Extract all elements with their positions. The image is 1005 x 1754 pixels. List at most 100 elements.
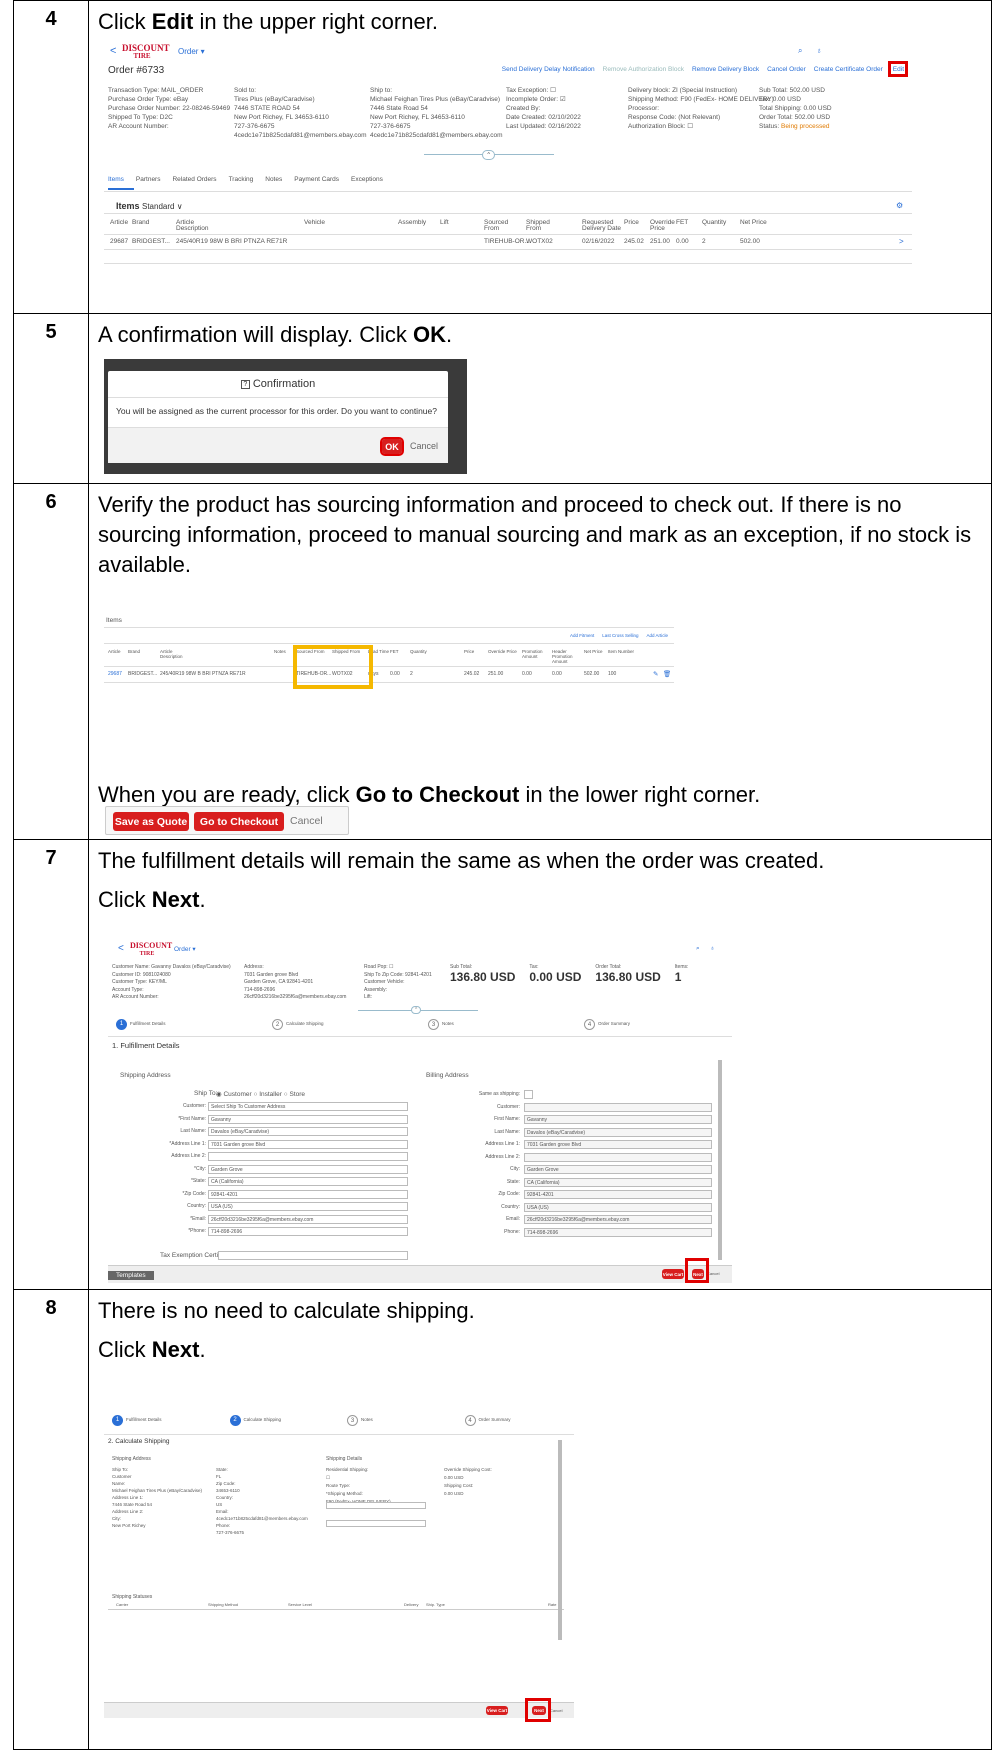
wizard-step-number[interactable]: 3 [347, 1415, 358, 1426]
row-navigate-icon[interactable]: > [899, 237, 904, 246]
billing-field-input[interactable]: Gavanny [524, 1115, 712, 1124]
wizard-step-number[interactable]: 3 [428, 1019, 439, 1030]
table-cell: WOTX02 [526, 238, 553, 245]
cancel-button[interactable]: Cancel [410, 441, 438, 451]
meta-line: Customer Type: KEY/ML [112, 979, 167, 985]
settings-icon[interactable]: ⚙ [896, 201, 903, 210]
ship-to-line: Ship to: [370, 87, 393, 94]
shipping-field-input[interactable]: Select Ship To Customer Address [208, 1102, 408, 1111]
wizard-step-label[interactable]: Calculate Shipping [244, 1417, 282, 1422]
billing-field-input[interactable] [524, 1102, 712, 1112]
route-type-select[interactable] [326, 1502, 426, 1509]
shipping-field-input[interactable] [208, 1152, 408, 1161]
wizard-step-label[interactable]: Fulfillment Details [130, 1021, 166, 1026]
items-view-select[interactable]: Standard ∨ [142, 202, 183, 211]
save-as-quote-button[interactable]: Save as Quote [113, 812, 189, 831]
edit-row-icon[interactable]: ✎ [653, 670, 658, 678]
column-header: Override Price [488, 649, 517, 654]
go-to-checkout-button[interactable]: Go to Checkout [194, 812, 284, 831]
wizard-step-label[interactable]: Notes [442, 1021, 454, 1026]
ship-to-options[interactable]: ◉ Customer ○ Installer ○ Store [216, 1090, 305, 1098]
table-cell[interactable]: 2 [410, 671, 413, 677]
order-status: Status: Being processed [759, 123, 830, 130]
tab-payment-cards[interactable]: Payment Cards [294, 176, 339, 183]
shipping-field-input[interactable]: 92841-4201 [208, 1189, 408, 1199]
billing-field-input[interactable]: USA (US) [524, 1202, 712, 1212]
view-cart-button[interactable]: View Cart [486, 1706, 508, 1715]
billing-field-input[interactable]: CA (California) [524, 1177, 712, 1187]
billing-field-input[interactable]: 7031 Garden grove Blvd [524, 1140, 712, 1149]
total-block: Order Total: 136.80 USD [595, 964, 660, 984]
search-icon[interactable]: ⌕ [798, 46, 802, 56]
wizard-step-number[interactable]: 2 [272, 1019, 283, 1030]
address-line: Garden Grove, CA 92841-4201 [244, 979, 314, 985]
wizard-step-label[interactable]: Calculate Shipping [286, 1021, 324, 1026]
create-certificate-link[interactable]: Create Certificate Order [814, 66, 883, 73]
back-chevron-icon[interactable]: < [110, 45, 116, 57]
billing-field-input[interactable] [524, 1152, 712, 1162]
collapse-header-icon[interactable]: ⌃ [411, 1006, 422, 1014]
delete-row-icon[interactable]: 🗑 [663, 670, 671, 678]
cart-link-add-article[interactable]: Add Article [646, 633, 668, 638]
tab-exceptions[interactable]: Exceptions [351, 176, 383, 183]
cancel-order-link[interactable]: Cancel Order [767, 66, 806, 73]
shipping-address-title: Shipping Address [120, 1072, 171, 1079]
shipping-field-input[interactable]: Gavanny [208, 1114, 408, 1124]
shipping-field-input[interactable]: CA (California) [208, 1177, 408, 1186]
cart-link-add-fitment[interactable]: Add Fitment [570, 633, 594, 638]
tab-partners[interactable]: Partners [136, 176, 161, 183]
shipping-field-label: *Phone: [188, 1228, 206, 1234]
wizard-step-number[interactable]: 1 [112, 1415, 123, 1426]
wizard-step-number[interactable]: 4 [464, 1415, 476, 1426]
shipping-method-select[interactable] [326, 1520, 426, 1527]
step-instruction-next: Click Next. [98, 887, 206, 912]
collapse-header-icon[interactable]: ⌃ [482, 150, 496, 160]
wizard-step-number[interactable]: 1 [116, 1019, 127, 1030]
user-icon[interactable]: ♁ [710, 945, 715, 952]
billing-field-input[interactable]: 92841-4201 [524, 1190, 712, 1199]
wizard-step-number[interactable]: 2 [229, 1415, 241, 1426]
step-row-6: 6 Verify the product has sourcing inform… [13, 484, 992, 840]
user-icon[interactable]: ♁ [816, 46, 822, 55]
billing-field-input[interactable]: 714-898-2696 [524, 1227, 712, 1237]
shipping-field-input[interactable]: 714-898-2696 [208, 1227, 408, 1236]
remove-delivery-block-link[interactable]: Remove Delivery Block [692, 66, 759, 73]
order-menu[interactable]: Order ▾ [174, 945, 196, 953]
back-chevron-icon[interactable]: < [118, 943, 124, 954]
remove-auth-block-link[interactable]: Remove Authorization Block [603, 66, 684, 73]
shipping-address-line: Email: [216, 1509, 229, 1514]
wizard-step-label[interactable]: Notes [361, 1417, 373, 1422]
shipping-cost-line: Override Shipping Cost: [444, 1467, 492, 1472]
cart-link-last-cross-selling[interactable]: Last Cross Selling [602, 633, 638, 638]
wizard-step-label[interactable]: Order Summary [479, 1417, 511, 1422]
table-row[interactable]: 29687 BRIDGEST... 245/40R19 98W B BRI PTNZ… [104, 669, 674, 681]
shipping-field-input[interactable]: Davalos (eBay/Caradvise) [208, 1127, 408, 1136]
send-delay-notification-link[interactable]: Send Delivery Delay Notification [502, 66, 595, 73]
billing-field-input[interactable]: Davalos (eBay/Caradvise) [524, 1127, 712, 1137]
table-cell[interactable]: 251.00 [488, 671, 503, 677]
billing-field-input[interactable]: Garden Grove [524, 1165, 712, 1174]
shipping-field-input[interactable]: USA (US) [208, 1202, 408, 1211]
shipping-field-input[interactable]: Garden Grove [208, 1164, 408, 1174]
tab-items[interactable]: Items [108, 176, 124, 183]
cancel-button[interactable]: Cancel [550, 1708, 562, 1713]
shipping-field-input[interactable]: 7031 Garden grove Blvd [208, 1139, 408, 1149]
tab-notes[interactable]: Notes [265, 176, 282, 183]
order-menu[interactable]: Order ▾ [178, 47, 205, 56]
wizard-step-label[interactable]: Fulfillment Details [126, 1417, 162, 1422]
view-cart-button[interactable]: View Cart [662, 1269, 684, 1279]
wizard-step-number[interactable]: 4 [584, 1019, 595, 1030]
billing-field-input[interactable]: 26cff20d3216be3295f6a@members.ebay.com [524, 1215, 712, 1224]
templates-button[interactable]: Templates [108, 1271, 154, 1280]
tab-tracking[interactable]: Tracking [229, 176, 254, 183]
shipping-field-input[interactable]: 26cff20d3216be3295f6a@members.ebay.com [208, 1214, 408, 1224]
wizard-step-label[interactable]: Order Summary [598, 1021, 630, 1026]
cancel-button[interactable]: Cancel [290, 815, 323, 827]
tab-related-orders[interactable]: Related Orders [172, 176, 216, 183]
tax-exemption-field[interactable] [218, 1251, 408, 1260]
table-row[interactable]: 29687 BRIDGEST... 245/40R19 98W B BRI PTNZ… [104, 236, 912, 248]
billing-field-input[interactable] [524, 1090, 533, 1099]
ok-button[interactable]: OK [380, 437, 404, 456]
step-instruction: A confirmation will display. Click OK. [98, 322, 453, 347]
search-icon[interactable]: ⌕ [696, 945, 700, 953]
